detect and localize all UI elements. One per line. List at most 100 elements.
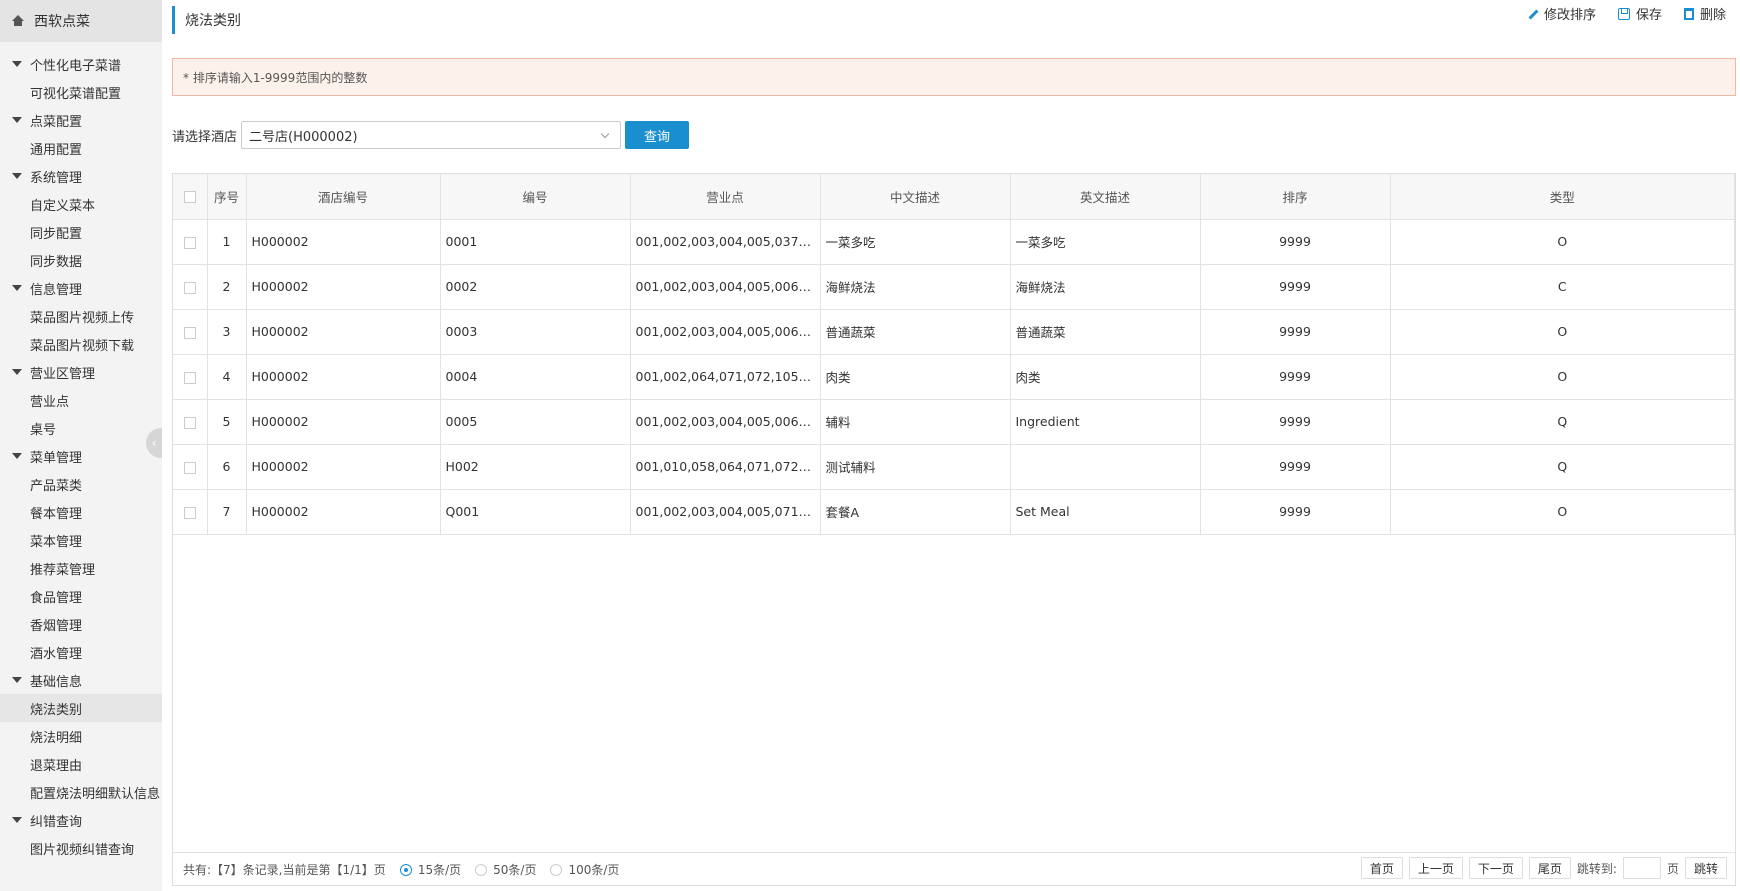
- table-cell: 9999: [1200, 219, 1391, 265]
- sidebar-item[interactable]: 食品管理: [0, 582, 162, 610]
- table-cell: O: [1390, 489, 1735, 535]
- table-cell: 001,002,003,004,005,006,007,008,010,058: [630, 309, 821, 355]
- table-cell: 9999: [1200, 354, 1391, 400]
- sidebar-item[interactable]: 配置烧法明细默认信息: [0, 778, 162, 806]
- table-cell: H000002: [246, 219, 441, 265]
- row-checkbox[interactable]: [183, 461, 196, 474]
- sidebar-group-2[interactable]: 系统管理: [0, 162, 162, 190]
- sidebar-item[interactable]: 营业点: [0, 386, 162, 414]
- row-checkbox[interactable]: [183, 236, 196, 249]
- sidebar-item[interactable]: 烧法类别: [0, 694, 162, 722]
- table-cell: 辅料: [820, 399, 1011, 445]
- column-header: 英文描述: [1010, 174, 1201, 220]
- table-cell: 一菜多吃: [820, 219, 1011, 265]
- table-cell: H000002: [246, 489, 441, 535]
- table-row[interactable]: 4 H000002 0004 001,002,064,071,072,105,111 肉…: [173, 354, 1735, 400]
- table-cell: Q001: [440, 489, 631, 535]
- caret-down-icon: [12, 173, 22, 179]
- table-cell: H000002: [246, 309, 441, 355]
- sidebar-item[interactable]: 通用配置: [0, 134, 162, 162]
- table-row[interactable]: 6 H000002 H002 001,010,058,064,071,072,105 测…: [173, 444, 1735, 490]
- page-size-option[interactable]: 50条/页: [461, 863, 536, 877]
- table-cell: 套餐A: [820, 489, 1011, 535]
- select-all-checkbox[interactable]: [183, 191, 196, 204]
- sidebar-group-7[interactable]: 纠错查询: [0, 806, 162, 834]
- delete-button[interactable]: 删除: [1683, 4, 1726, 23]
- sidebar-group-0[interactable]: 个性化电子菜谱: [0, 50, 162, 78]
- table-cell: H000002: [246, 444, 441, 490]
- save-button[interactable]: 保存: [1617, 4, 1662, 23]
- row-checkbox[interactable]: [183, 371, 196, 384]
- hotel-select[interactable]: 二号店(H000002): [241, 121, 622, 149]
- table-row[interactable]: 1H0000020001001,002,003,004,005,037,058,…: [173, 219, 1735, 265]
- table-cell: 海鲜烧法: [1010, 264, 1201, 310]
- chevron-left-icon: ‹: [151, 436, 157, 450]
- table-row[interactable]: 3H0000020003001,002,003,004,005,006,007,…: [173, 309, 1735, 355]
- sidebar-group-6[interactable]: 基础信息: [0, 666, 162, 694]
- sidebar-group-label: 纠错查询: [30, 814, 83, 830]
- page-size-option[interactable]: 15条/页: [386, 863, 461, 877]
- sidebar-group-3[interactable]: 信息管理: [0, 274, 162, 302]
- caret-down-icon: [12, 817, 22, 823]
- sidebar-item[interactable]: 产品菜类: [0, 470, 162, 498]
- column-header: 编号: [440, 174, 631, 220]
- table-cell: 2: [207, 264, 247, 310]
- table-row[interactable]: 2H0000020002001,002,003,004,005,006,007,…: [173, 264, 1735, 310]
- sidebar-item[interactable]: 菜品图片视频下载: [0, 330, 162, 358]
- page-size-option[interactable]: 100条/页: [536, 863, 619, 877]
- sidebar-item[interactable]: 图片视频纠错查询: [0, 834, 162, 862]
- modify-sort-button[interactable]: 修改排序: [1526, 4, 1596, 23]
- sidebar-item[interactable]: 退菜理由: [0, 750, 162, 778]
- row-checkbox[interactable]: [183, 416, 196, 429]
- prev-page-button[interactable]: 上一页: [1408, 857, 1463, 879]
- save-icon: [1617, 7, 1630, 20]
- sidebar-item[interactable]: 桌号: [0, 414, 162, 442]
- next-page-button[interactable]: 下一页: [1468, 857, 1523, 879]
- sidebar-item[interactable]: 餐本管理: [0, 498, 162, 526]
- sidebar-item[interactable]: 自定义菜本: [0, 190, 162, 218]
- sidebar-item[interactable]: 烧法明细: [0, 722, 162, 750]
- sidebar-item[interactable]: 香烟管理: [0, 610, 162, 638]
- sidebar-item[interactable]: 推荐菜管理: [0, 554, 162, 582]
- table-row[interactable]: 5H0000020005001,002,003,004,005,006,007,…: [173, 399, 1735, 445]
- table-cell: Ingredient: [1010, 399, 1201, 445]
- caret-down-icon: [12, 453, 22, 459]
- sidebar: 西软点菜 个性化电子菜谱 可视化菜谱配置 点菜配置 通用配置 系统管理 自定义菜本 同步配置…: [0, 0, 162, 891]
- sidebar-item[interactable]: 同步数据: [0, 246, 162, 274]
- query-button[interactable]: 查询: [625, 121, 690, 149]
- page-unit-label: 页: [1666, 861, 1679, 876]
- save-label: 保存: [1635, 8, 1662, 23]
- table-cell: H002: [440, 444, 631, 490]
- column-header: 酒店编号: [246, 174, 441, 220]
- sidebar-group-1[interactable]: 点菜配置: [0, 106, 162, 134]
- app-header[interactable]: 西软点菜: [0, 0, 162, 42]
- last-page-button[interactable]: 尾页: [1528, 857, 1571, 879]
- table-body: 1H0000020001001,002,003,004,005,037,058,…: [173, 219, 1735, 535]
- sidebar-item[interactable]: 菜品图片视频上传: [0, 302, 162, 330]
- table-cell: 1: [207, 219, 247, 265]
- jump-page-input[interactable]: [1622, 857, 1661, 879]
- data-table: 序号 酒店编号 编号 营业点 中文描述 英文描述 排序 类型 1 H000002 0001 001,…: [173, 174, 1735, 535]
- column-header: 类型: [1390, 174, 1735, 220]
- table-row[interactable]: 7H000002Q001001,002,003,004,005,071,072,…: [173, 489, 1735, 535]
- caret-down-icon: [12, 369, 22, 375]
- row-checkbox[interactable]: [183, 506, 196, 519]
- sidebar-group-5[interactable]: 菜单管理: [0, 442, 162, 470]
- first-page-button[interactable]: 首页: [1360, 857, 1403, 879]
- sidebar-item[interactable]: 可视化菜谱配置: [0, 78, 162, 106]
- sidebar-item[interactable]: 同步配置: [0, 218, 162, 246]
- sidebar-item[interactable]: 酒水管理: [0, 638, 162, 666]
- column-header: 排序: [1200, 174, 1391, 220]
- select-all-cell: [173, 174, 208, 220]
- row-checkbox[interactable]: [183, 281, 196, 294]
- column-header: 营业点: [630, 174, 821, 220]
- caret-down-icon: [12, 117, 22, 123]
- row-select-cell: [173, 444, 208, 490]
- sidebar-item[interactable]: 菜本管理: [0, 526, 162, 554]
- row-checkbox[interactable]: [183, 326, 196, 339]
- sidebar-group-4[interactable]: 营业区管理: [0, 358, 162, 386]
- table-cell: 0004: [440, 354, 631, 400]
- page-size-label: 50条/页: [493, 862, 537, 877]
- jump-button[interactable]: 跳转: [1684, 857, 1727, 879]
- caret-down-icon: [12, 61, 22, 67]
